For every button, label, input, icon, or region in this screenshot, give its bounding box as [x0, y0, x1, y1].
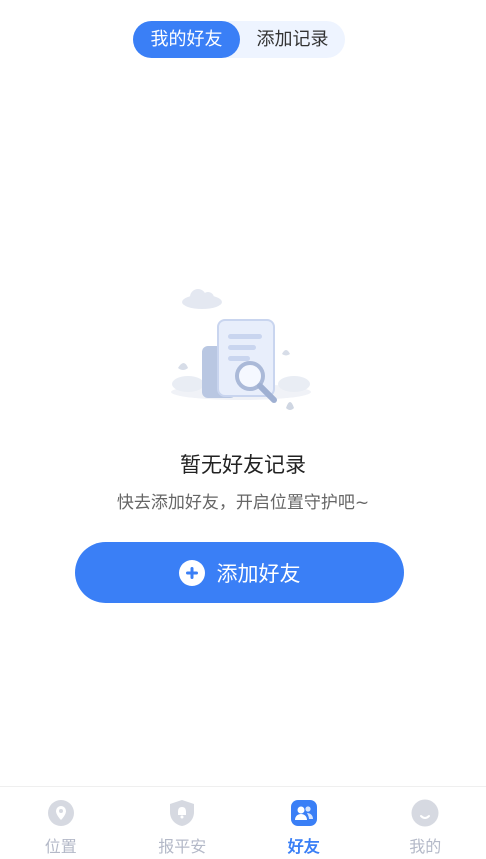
nav-label-location: 位置: [44, 837, 77, 856]
add-friend-button[interactable]: 添加好友: [75, 542, 404, 603]
add-friend-label: 添加好友: [216, 561, 301, 586]
nav-item-profile[interactable]: 我的: [365, 787, 486, 859]
document-search-icon: [171, 289, 311, 410]
tab-add-records[interactable]: 添加记录: [240, 21, 345, 58]
nav-label-safety: 报平安: [158, 837, 207, 856]
nav-item-location[interactable]: 位置: [0, 787, 122, 859]
location-pin-icon: [47, 800, 74, 826]
nav-item-safety[interactable]: 报平安: [122, 787, 244, 859]
empty-illustration: [166, 286, 316, 416]
empty-title: 暂无好友记录: [180, 453, 306, 477]
empty-subtitle: 快去添加好友，开启位置守护吧~: [116, 493, 370, 513]
plus-circle-icon: [178, 559, 205, 586]
shield-bell-icon: [170, 800, 195, 826]
friends-icon: [290, 800, 317, 826]
nav-label-friends: 好友: [287, 837, 320, 856]
tab-my-friends[interactable]: 我的好友: [133, 21, 240, 58]
profile-icon: [411, 799, 439, 827]
nav-item-friends[interactable]: 好友: [243, 787, 365, 859]
bottom-nav: 位置 报平安 好友 我的: [0, 786, 486, 859]
nav-label-profile: 我的: [409, 837, 442, 856]
segmented-tabs: 我的好友 添加记录: [133, 21, 345, 58]
